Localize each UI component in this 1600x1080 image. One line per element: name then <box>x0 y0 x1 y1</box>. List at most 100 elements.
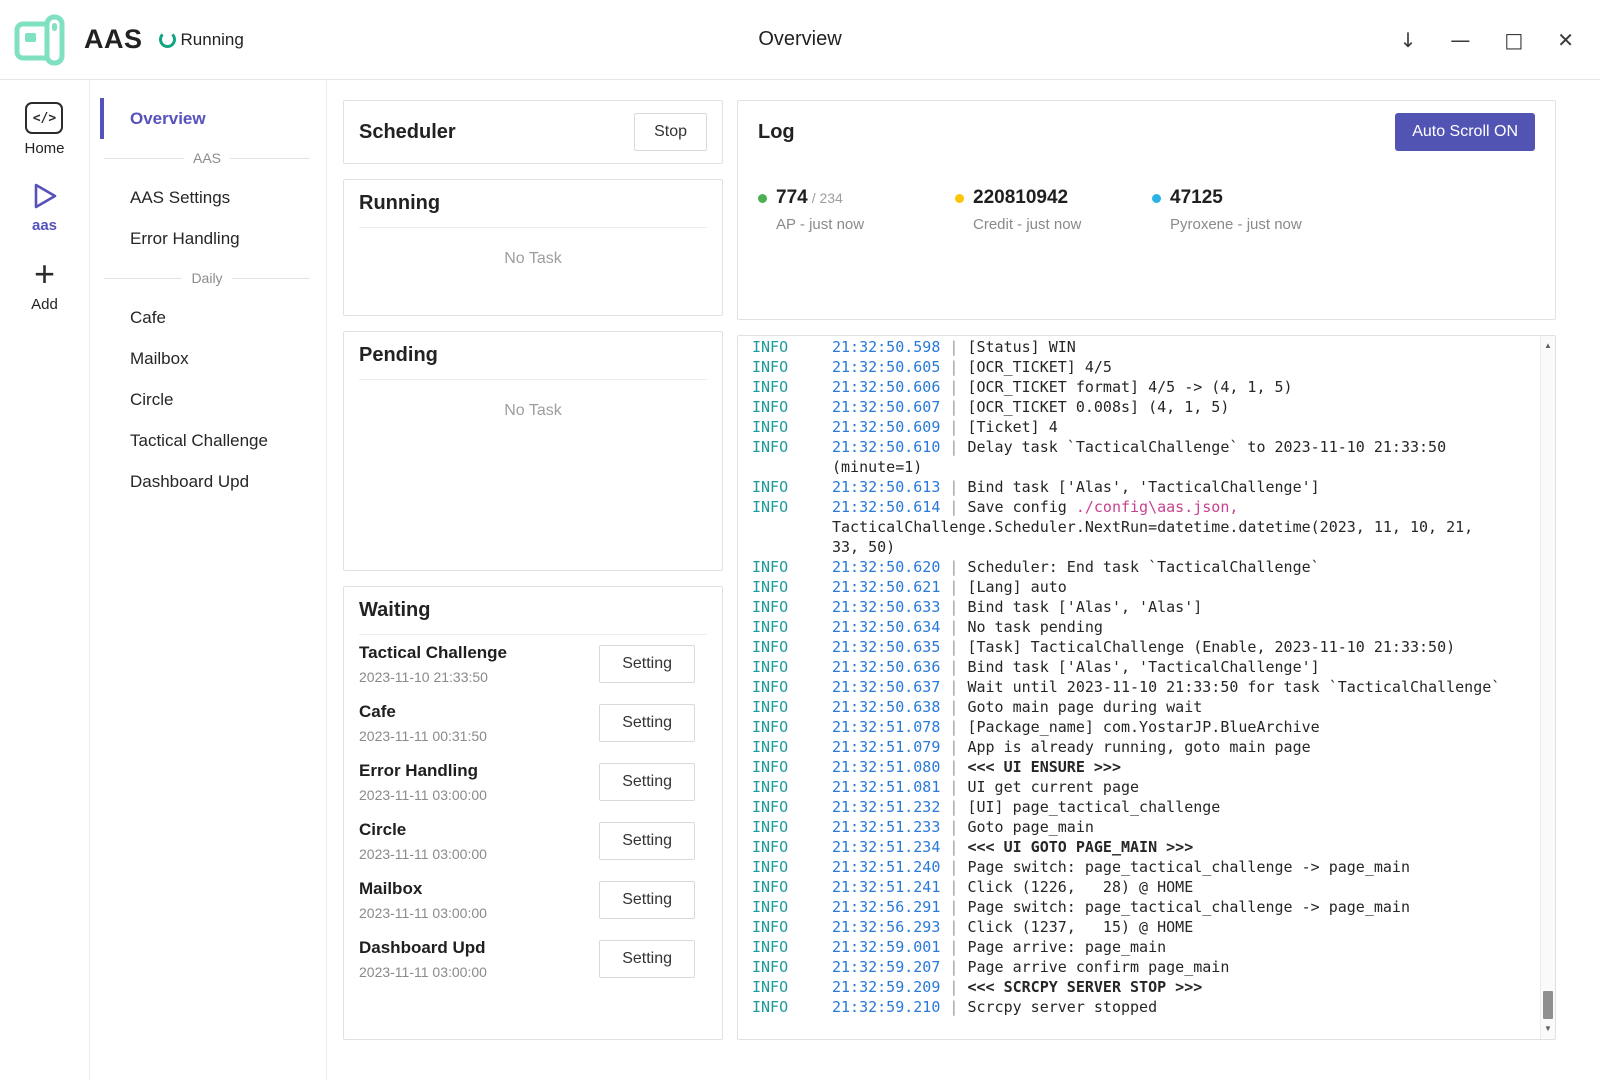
log-message: 21:32:59.207 | Page arrive confirm page_… <box>832 957 1507 977</box>
log-separator: | <box>940 618 967 636</box>
log-timestamp: 21:32:51.240 <box>832 858 940 876</box>
log-level: INFO <box>752 817 832 837</box>
app-logo-icon <box>10 10 72 70</box>
maximize-button[interactable]: □ <box>1504 30 1523 50</box>
nav-home[interactable]: </> Home <box>24 102 64 157</box>
log-level: INFO <box>752 697 832 717</box>
dashboard-stat: 220810942 Credit - just now <box>955 187 1090 233</box>
stat-value: 774 <box>776 187 808 209</box>
log-timestamp: 21:32:51.233 <box>832 818 940 836</box>
log-message: 21:32:51.232 | [UI] page_tactical_challe… <box>832 797 1507 817</box>
log-message: 21:32:50.637 | Wait until 2023-11-10 21:… <box>832 677 1507 697</box>
log-timestamp: 21:32:50.607 <box>832 398 940 416</box>
code-glyph: </> <box>33 111 56 126</box>
menu-item-tactical-challenge[interactable]: Tactical Challenge <box>100 420 312 461</box>
menu-item-error-handling[interactable]: Error Handling <box>100 218 312 259</box>
menu-item-overview[interactable]: Overview <box>100 98 312 139</box>
update-button[interactable]: ↓ <box>1400 30 1417 50</box>
log-level: INFO <box>752 357 832 377</box>
log-level: INFO <box>752 497 832 557</box>
log-timestamp: 21:32:51.078 <box>832 718 940 736</box>
task-setting-button[interactable]: Setting <box>599 645 695 683</box>
log-level: INFO <box>752 477 832 497</box>
task-setting-button[interactable]: Setting <box>599 881 695 919</box>
menu-item-aas-settings[interactable]: AAS Settings <box>100 177 312 218</box>
log-message: 21:32:50.621 | [Lang] auto <box>832 577 1507 597</box>
menu-item-circle[interactable]: Circle <box>100 379 312 420</box>
play-icon <box>29 181 61 211</box>
close-button[interactable]: ✕ <box>1557 30 1574 50</box>
nav-aas[interactable]: aas <box>29 181 61 234</box>
log-timestamp: 21:32:59.209 <box>832 978 940 996</box>
log-text: <<< UI ENSURE >>> <box>967 758 1121 776</box>
minimize-button[interactable]: — <box>1450 30 1470 50</box>
window-controls: ↓ — □ ✕ <box>1400 30 1574 50</box>
log-message: 21:32:50.606 | [OCR_TICKET format] 4/5 -… <box>832 377 1507 397</box>
log-card: Log Auto Scroll ON 774/ 234AP - just now… <box>737 100 1556 320</box>
log-lines: INFO21:32:50.598 | [Status] WININFO21:32… <box>752 337 1507 1017</box>
log-timestamp: 21:32:50.620 <box>832 558 940 576</box>
log-separator: | <box>940 378 967 396</box>
scrollbar-down-arrow[interactable]: ▼ <box>1541 1021 1555 1037</box>
log-timestamp: 21:32:50.634 <box>832 618 940 636</box>
code-window-icon: </> <box>25 102 63 134</box>
side-menu: Overview AAS AAS SettingsError HandlingDai… <box>90 80 327 1080</box>
scheduler-stop-button[interactable]: Stop <box>634 113 707 151</box>
nav-add[interactable]: + Add <box>31 258 58 313</box>
log-entry: INFO21:32:51.232 | [UI] page_tactical_ch… <box>752 797 1507 817</box>
log-timestamp: 21:32:50.610 <box>832 438 940 456</box>
task-setting-button[interactable]: Setting <box>599 704 695 742</box>
log-timestamp: 21:32:50.598 <box>832 338 940 356</box>
log-text: Goto page_main <box>967 818 1093 836</box>
pending-title: Pending <box>359 344 438 367</box>
menu-item-dashboard-upd[interactable]: Dashboard Upd <box>100 461 312 502</box>
task-setting-button[interactable]: Setting <box>599 940 695 978</box>
log-message: 21:32:50.620 | Scheduler: End task `Tact… <box>832 557 1507 577</box>
stat-suffix: / 234 <box>812 190 843 206</box>
scrollbar-up-arrow[interactable]: ▲ <box>1541 338 1555 354</box>
log-viewer[interactable]: INFO21:32:50.598 | [Status] WININFO21:32… <box>737 335 1556 1040</box>
log-timestamp: 21:32:51.232 <box>832 798 940 816</box>
task-info: Circle2023-11-11 03:00:00 <box>359 820 487 862</box>
log-level: INFO <box>752 917 832 937</box>
task-next-run-time: 2023-11-11 03:00:00 <box>359 787 487 803</box>
log-level: INFO <box>752 717 832 737</box>
log-timestamp: 21:32:50.621 <box>832 578 940 596</box>
nav-aas-label: aas <box>32 217 57 234</box>
log-message: 21:32:51.234 | <<< UI GOTO PAGE_MAIN >>> <box>832 837 1507 857</box>
log-entry: INFO21:32:50.638 | Goto main page during… <box>752 697 1507 717</box>
log-timestamp: 21:32:56.293 <box>832 918 940 936</box>
log-entry: INFO21:32:56.291 | Page switch: page_tac… <box>752 897 1507 917</box>
stat-value-row: 220810942 <box>955 187 1090 209</box>
log-scrollbar[interactable]: ▲ ▼ <box>1540 336 1555 1039</box>
log-text: [OCR_TICKET] 4/5 <box>967 358 1112 376</box>
log-entry: INFO21:32:51.079 | App is already runnin… <box>752 737 1507 757</box>
stat-label: Credit - just now <box>955 216 1090 233</box>
menu-group-divider-daily: Daily <box>100 259 312 297</box>
menu-item-mailbox[interactable]: Mailbox <box>100 338 312 379</box>
task-name: Cafe <box>359 702 487 722</box>
log-separator: | <box>940 818 967 836</box>
stat-dot-icon <box>955 194 964 203</box>
divider-label: AAS <box>193 150 221 166</box>
log-message: 21:32:51.241 | Click (1226, 28) @ HOME <box>832 877 1507 897</box>
task-setting-button[interactable]: Setting <box>599 822 695 860</box>
task-setting-button[interactable]: Setting <box>599 763 695 801</box>
task-info: Dashboard Upd2023-11-11 03:00:00 <box>359 938 487 980</box>
log-level: INFO <box>752 377 832 397</box>
log-level: INFO <box>752 677 832 697</box>
scrollbar-thumb[interactable] <box>1543 991 1553 1019</box>
log-message: 21:32:51.081 | UI get current page <box>832 777 1507 797</box>
log-text: [OCR_TICKET format] 4/5 -> (4, 1, 5) <box>967 378 1292 396</box>
task-next-run-time: 2023-11-11 00:31:50 <box>359 728 487 744</box>
menu-item-cafe[interactable]: Cafe <box>100 297 312 338</box>
log-entry: INFO21:32:50.637 | Wait until 2023-11-10… <box>752 677 1507 697</box>
task-next-run-time: 2023-11-10 21:33:50 <box>359 669 507 685</box>
log-text: Page arrive confirm page_main <box>967 958 1229 976</box>
app-body: </> Home aas + Add Overview AAS AAS Settin… <box>0 80 1600 1080</box>
log-text: Bind task ['Alas', 'TacticalChallenge'] <box>967 478 1319 496</box>
log-message: 21:32:50.635 | [Task] TacticalChallenge … <box>832 637 1507 657</box>
auto-scroll-toggle[interactable]: Auto Scroll ON <box>1395 113 1535 151</box>
log-entry: INFO21:32:59.207 | Page arrive confirm p… <box>752 957 1507 977</box>
log-level: INFO <box>752 577 832 597</box>
